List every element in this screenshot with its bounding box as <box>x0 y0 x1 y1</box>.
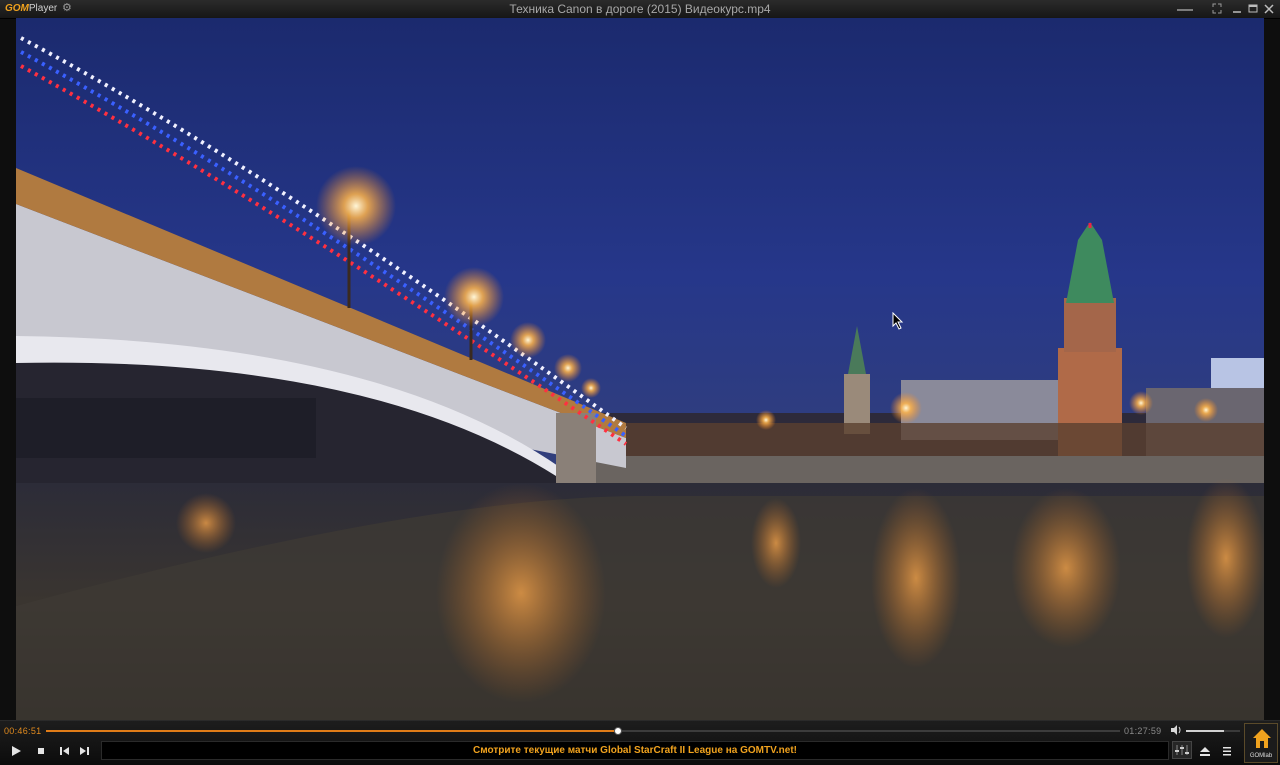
next-glyph <box>80 747 89 755</box>
gomlab-button[interactable]: GOMlab <box>1244 723 1278 763</box>
cursor-glyph <box>892 312 904 330</box>
eject-icon[interactable] <box>1197 743 1213 759</box>
window-title: Техника Canon в дороге (2015) Видеокурс.… <box>509 2 771 16</box>
equalizer-icon[interactable] <box>1172 741 1192 759</box>
volume-slider[interactable] <box>1186 730 1240 732</box>
mouse-cursor-icon <box>892 312 904 330</box>
menu-glyph <box>1223 747 1231 756</box>
video-frame[interactable] <box>16 18 1264 720</box>
current-time: 00:46:51 <box>4 726 42 736</box>
restore-glyph <box>1248 4 1258 13</box>
minimize-button[interactable] <box>1230 1 1244 16</box>
gear-icon[interactable]: ⚙ <box>62 2 72 14</box>
total-time: 01:27:59 <box>1124 726 1162 736</box>
stop-glyph <box>38 748 44 754</box>
stop-icon[interactable] <box>33 743 49 759</box>
restore-icon[interactable] <box>1246 1 1260 16</box>
speaker-icon[interactable] <box>1170 724 1182 740</box>
control-bar: 00:46:51 01:27:59 Смотрите текущие матчи… <box>0 720 1280 765</box>
title-bar: GOMPlayer ⚙ Техника Canon в дороге (2015… <box>0 0 1280 19</box>
previous-icon[interactable] <box>56 743 72 759</box>
volume-level <box>1186 730 1224 732</box>
gomlab-label: GOMlab <box>1249 753 1273 759</box>
play-icon[interactable] <box>8 743 24 759</box>
seek-handle[interactable] <box>613 727 622 735</box>
minimize-glyph <box>1233 11 1241 13</box>
close-icon[interactable] <box>1262 1 1276 16</box>
previous-glyph <box>60 747 69 755</box>
home-icon <box>1253 729 1271 748</box>
logo-player: Player <box>28 3 58 14</box>
app-logo[interactable]: GOMPlayer <box>5 3 57 15</box>
close-glyph <box>1264 4 1274 14</box>
compact-mode-glyph <box>1212 3 1222 14</box>
seek-bar[interactable] <box>46 727 1120 735</box>
next-icon[interactable] <box>77 743 93 759</box>
play-glyph <box>12 746 21 756</box>
minimize-icon[interactable] <box>1174 1 1196 16</box>
equalizer-glyph <box>1175 745 1189 755</box>
eject-glyph <box>1200 747 1210 756</box>
logo-gom: GOM <box>5 3 29 14</box>
seek-bar-progress <box>46 730 618 732</box>
video-still-image <box>16 18 1264 720</box>
playlist-menu-icon[interactable] <box>1219 743 1235 759</box>
speaker-glyph <box>1171 725 1181 735</box>
minimize-icon-glyph <box>1177 9 1193 11</box>
ad-ticker[interactable]: Смотрите текущие матчи Global StarCraft … <box>101 741 1169 760</box>
compact-mode-icon[interactable] <box>1210 1 1224 16</box>
